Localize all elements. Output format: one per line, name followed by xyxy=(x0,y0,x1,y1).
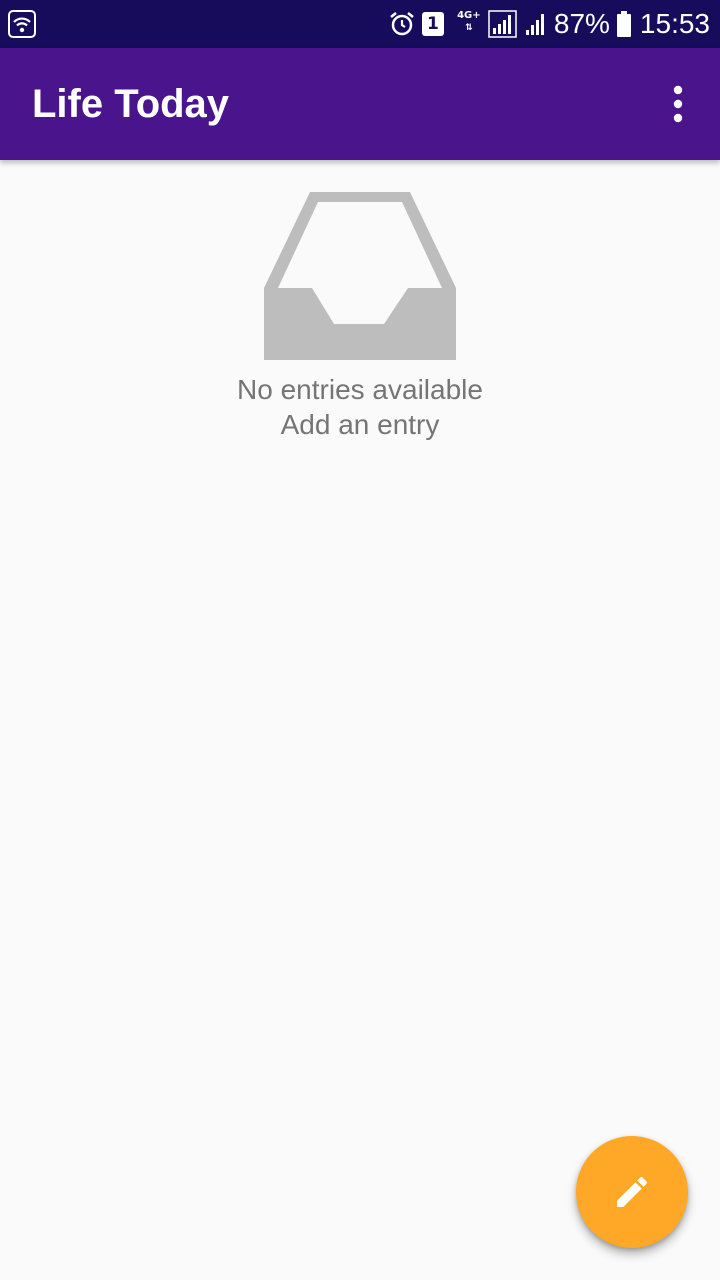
app-title: Life Today xyxy=(32,82,230,126)
app-bar: Life Today xyxy=(0,48,720,160)
status-icons: 1 4G+ ⇅ 87% 15:53 xyxy=(388,0,710,48)
alarm-icon xyxy=(388,10,416,38)
inbox-icon xyxy=(262,190,458,362)
wifi-icon xyxy=(8,10,36,38)
sim-badge: 1 xyxy=(421,12,444,36)
empty-title: No entries available xyxy=(237,374,483,405)
signal-icon xyxy=(524,10,548,38)
clock: 15:53 xyxy=(639,8,710,39)
add-entry-button[interactable] xyxy=(576,1136,688,1248)
battery-percent: 87% xyxy=(553,8,610,39)
network-type-label: 4G+ xyxy=(457,10,481,21)
signal-icon xyxy=(488,10,518,38)
more-vert-icon[interactable] xyxy=(658,84,698,124)
battery-icon xyxy=(616,10,632,38)
network-type-icon: 4G+ ⇅ xyxy=(457,10,481,33)
status-bar: 1 4G+ ⇅ 87% 15:53 xyxy=(0,0,720,48)
empty-subtitle[interactable]: Add an entry xyxy=(0,409,720,441)
